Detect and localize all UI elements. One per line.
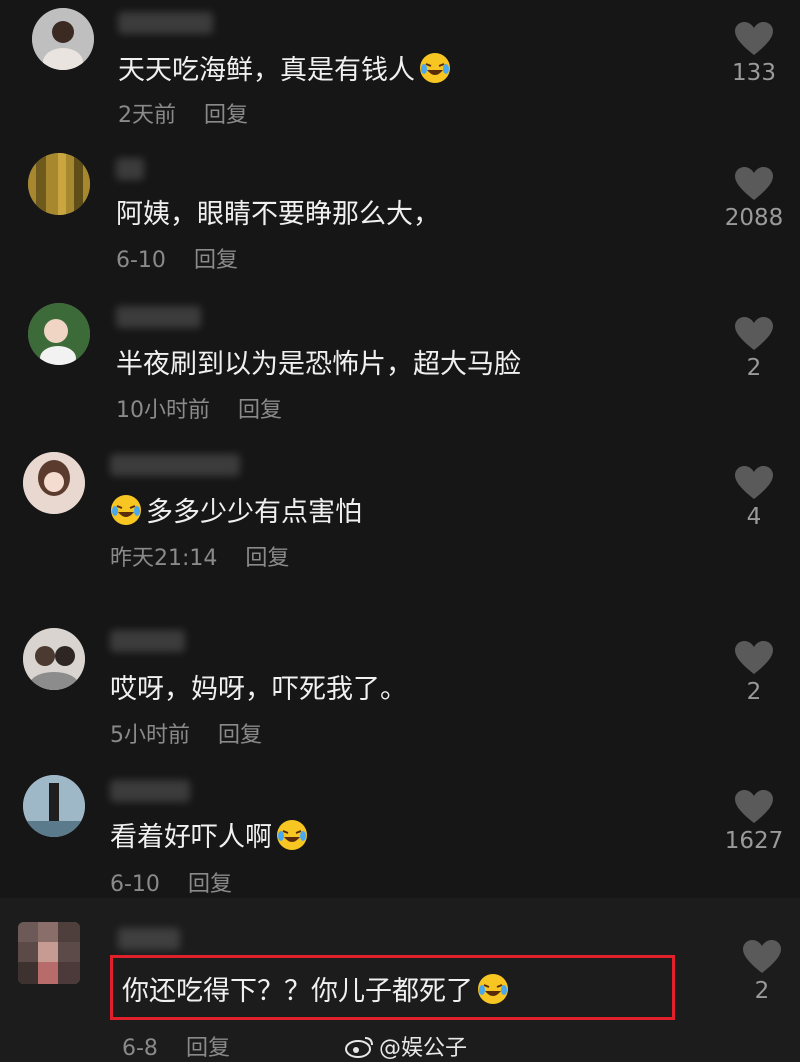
avatar-pixelated[interactable] — [18, 922, 80, 984]
comment-time: 2天前 — [118, 103, 176, 128]
laughing-tears-emoji-icon — [111, 494, 141, 525]
comment-meta: 5小时前 回复 — [110, 717, 262, 749]
weibo-watermark: @娱公子 — [345, 1030, 467, 1062]
username-blurred[interactable] — [110, 780, 190, 802]
comment-text: 多多少少有点害怕 — [110, 490, 362, 529]
username-blurred[interactable] — [116, 158, 144, 180]
like-count: 133 — [732, 60, 776, 86]
like-count: 4 — [746, 504, 762, 530]
like-button[interactable]: 2088 — [709, 167, 799, 231]
avatar[interactable] — [28, 153, 90, 215]
heart-icon — [735, 22, 773, 55]
comment-text: 看着好吓人啊 — [110, 815, 312, 854]
heart-icon — [735, 317, 773, 350]
username-blurred[interactable] — [116, 306, 201, 328]
like-button[interactable]: 2 — [709, 317, 799, 381]
comment-time: 6-10 — [110, 872, 160, 897]
username-blurred[interactable] — [110, 454, 240, 476]
reply-button[interactable]: 回复 — [194, 248, 238, 273]
like-count: 2 — [746, 355, 762, 381]
heart-icon — [735, 167, 773, 200]
comment-meta: 6-8 回复 — [122, 1030, 230, 1062]
heart-icon — [743, 940, 781, 973]
like-button[interactable]: 133 — [709, 22, 799, 86]
comment-meta: 昨天21:14 回复 — [110, 540, 289, 572]
avatar[interactable] — [23, 452, 85, 514]
comment-text: 天天吃海鲜，真是有钱人 — [118, 48, 455, 87]
reply-button[interactable]: 回复 — [188, 872, 232, 897]
comment-meta: 6-10 回复 — [110, 866, 232, 898]
watermark-text: @娱公子 — [379, 1036, 468, 1061]
username-blurred[interactable] — [118, 12, 213, 34]
avatar[interactable] — [28, 303, 90, 365]
avatar[interactable] — [23, 775, 85, 837]
comment-time: 6-10 — [116, 248, 166, 273]
comment-text: 半夜刷到以为是恐怖片，超大马脸 — [116, 349, 521, 380]
weibo-logo-icon — [345, 1037, 373, 1058]
comment-text: 哎呀，妈呀，吓死我了。 — [110, 674, 407, 705]
comment-meta: 2天前 回复 — [118, 97, 248, 129]
highlight-box — [110, 955, 675, 1020]
comment-meta: 6-10 回复 — [116, 242, 238, 274]
like-button[interactable]: 1627 — [709, 790, 799, 854]
like-button[interactable]: 2 — [709, 641, 799, 705]
comment-time: 10小时前 — [116, 398, 210, 423]
comment-time: 6-8 — [122, 1036, 158, 1061]
comment-time: 昨天21:14 — [110, 546, 218, 571]
heart-icon — [735, 466, 773, 499]
laughing-tears-emoji-icon — [277, 819, 307, 850]
comment-text: 阿姨，眼睛不要睁那么大， — [116, 199, 440, 230]
laughing-tears-emoji-icon — [420, 52, 450, 83]
like-count: 2 — [746, 679, 762, 705]
like-button[interactable]: 4 — [709, 466, 799, 530]
like-button[interactable]: 2 — [717, 940, 800, 1004]
comment-time: 5小时前 — [110, 723, 190, 748]
like-count: 1627 — [724, 828, 784, 854]
reply-button[interactable]: 回复 — [204, 103, 248, 128]
reply-button[interactable]: 回复 — [218, 723, 262, 748]
username-blurred[interactable] — [118, 928, 180, 950]
reply-button[interactable]: 回复 — [238, 398, 282, 423]
avatar[interactable] — [32, 8, 94, 70]
reply-button[interactable]: 回复 — [245, 546, 289, 571]
heart-icon — [735, 641, 773, 674]
username-blurred[interactable] — [110, 630, 185, 652]
avatar[interactable] — [23, 628, 85, 690]
like-count: 2 — [754, 978, 770, 1004]
reply-button[interactable]: 回复 — [186, 1036, 230, 1061]
heart-icon — [735, 790, 773, 823]
comment-meta: 10小时前 回复 — [116, 392, 282, 424]
like-count: 2088 — [724, 205, 784, 231]
